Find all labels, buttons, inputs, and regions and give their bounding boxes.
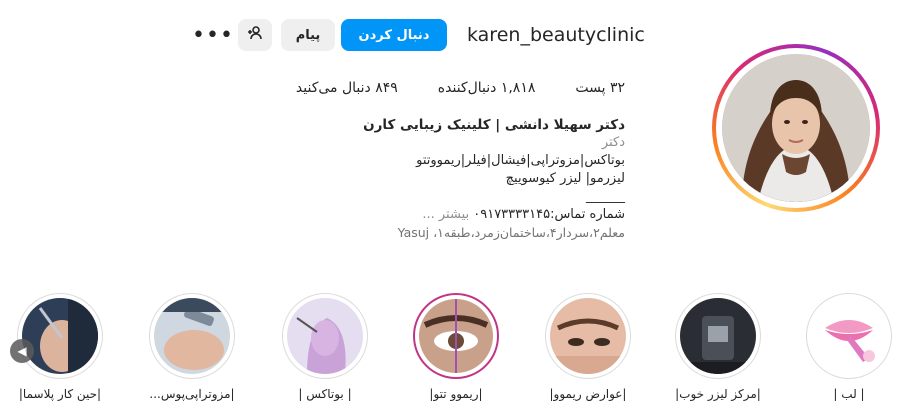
- highlight-label: |عوارض ریموو|: [549, 387, 627, 401]
- bio-phone-text: شماره تماس:۰۹۱۷۳۳۳۳۱۴۵: [473, 207, 625, 222]
- follow-button[interactable]: دنبال کردن: [341, 19, 447, 51]
- highlight-item[interactable]: |عوارض ریموو|: [542, 293, 634, 401]
- highlight-label: |مزوتراپی‌پوس...: [149, 387, 235, 401]
- add-user-icon: [247, 25, 263, 45]
- highlight-label: | بوتاکس |: [298, 387, 352, 401]
- story-highlights: | لب | |مرکز لیزر خوب| |عوارض ریموو| |ری…: [0, 293, 921, 418]
- highlight-cover: [154, 298, 230, 374]
- avatar-photo: [722, 54, 870, 202]
- highlight-cover: [22, 298, 98, 374]
- profile-stats: ۳۲ پست ۱,۸۱۸ دنبال‌کننده ۸۴۹ دنبال می‌کن…: [296, 80, 625, 96]
- bio-phone: شماره تماس:۰۹۱۷۳۳۳۳۱۴۵ بیشتر ...: [365, 206, 625, 224]
- bio-services: بوتاکس|مزوتراپی|فیشال|فیلر|ریموو‌تتو: [416, 153, 625, 168]
- followers-count[interactable]: ۱,۸۱۸ دنبال‌کننده: [438, 80, 536, 96]
- following-count[interactable]: ۸۴۹ دنبال می‌کنید: [296, 80, 398, 96]
- scroll-left-button[interactable]: ◀: [10, 339, 34, 363]
- suggested-users-button[interactable]: [238, 19, 272, 51]
- highlight-cover: [550, 298, 626, 374]
- highlight-item[interactable]: |مزوتراپی‌پوس...: [146, 293, 238, 401]
- chevron-left-icon: ◀: [17, 344, 27, 358]
- highlight-label: |مرکز لیزر خوب|: [675, 387, 761, 401]
- profile-header-actions: ••• پیام دنبال کردن karen_beautyclinic: [192, 18, 645, 52]
- highlight-item[interactable]: |مرکز لیزر خوب|: [672, 293, 764, 401]
- highlight-label: | لب |: [833, 387, 865, 401]
- highlight-item[interactable]: | لب |: [803, 293, 895, 401]
- profile-avatar[interactable]: [712, 44, 880, 212]
- profile-username: karen_beautyclinic: [467, 24, 645, 46]
- profile-full-name: دکتر سهیلا دانشی | کلینیک زیبایی کارن: [363, 117, 625, 133]
- highlight-item[interactable]: | بوتاکس |: [279, 293, 371, 401]
- bio-divider: ______: [586, 189, 625, 204]
- highlight-cover: [419, 299, 493, 373]
- profile-category: دکتر: [601, 135, 625, 150]
- profile-bio: دکتر سهیلا دانشی | کلینیک زیبایی کارن دک…: [363, 116, 625, 242]
- posts-count: ۳۲ پست: [575, 80, 625, 96]
- highlight-label: |حین کار پلاسما|: [18, 387, 102, 401]
- more-options-button[interactable]: •••: [192, 18, 233, 52]
- bio-laser: لیزرمو| لیزر کیوسوییچ: [505, 171, 625, 186]
- message-button[interactable]: پیام: [281, 19, 335, 51]
- highlight-cover: [811, 298, 887, 374]
- highlight-item[interactable]: |ریموو تتو|: [410, 293, 502, 401]
- highlight-label: |ریموو تتو|: [429, 387, 483, 401]
- highlight-cover: [287, 298, 363, 374]
- bio-more-link[interactable]: بیشتر ...: [422, 207, 469, 222]
- bio-address[interactable]: معلم۲،سردار۴،ساختمان‌زمرد،طبقه۱، Yasuj: [365, 224, 625, 242]
- highlight-cover: [680, 298, 756, 374]
